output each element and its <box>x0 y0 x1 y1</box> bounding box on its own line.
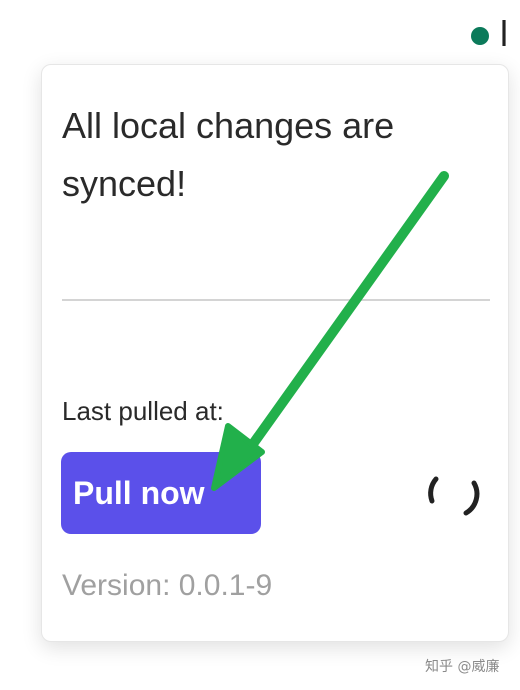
page: l All local changes are synced! Last pul… <box>0 0 520 690</box>
sync-popup: All local changes are synced! Last pulle… <box>41 64 509 642</box>
last-pulled-label: Last pulled at: <box>62 396 224 426</box>
sync-message: All local changes are synced! <box>62 105 395 204</box>
sync-status-indicator <box>471 27 489 45</box>
version-text: Version: 0.0.1-9 <box>62 569 273 602</box>
pull-now-button[interactable]: Pull now <box>61 452 261 534</box>
status-text: l <box>500 14 508 54</box>
loading-spinner-icon <box>428 476 480 516</box>
watermark: 知乎 @威廉 <box>425 659 500 675</box>
divider <box>62 299 490 301</box>
